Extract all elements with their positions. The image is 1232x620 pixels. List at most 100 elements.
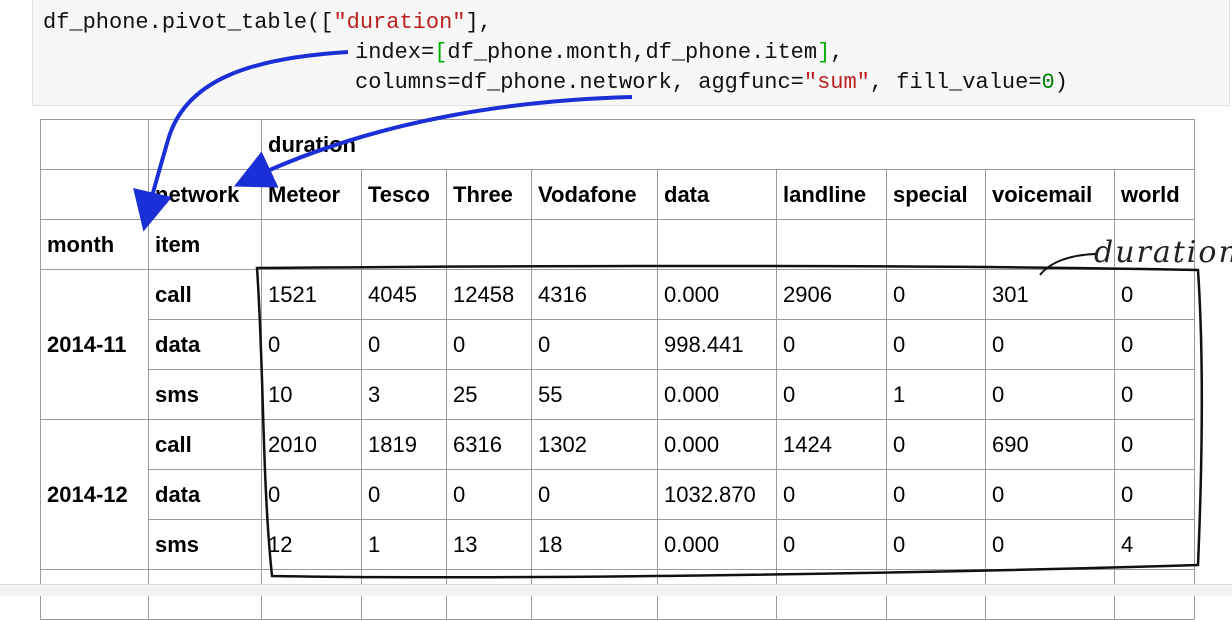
table-cell: 0.000 xyxy=(657,269,777,320)
table-cell: 4045 xyxy=(361,269,447,320)
table-cell: 1 xyxy=(886,369,986,420)
table-cell: 0 xyxy=(776,519,887,570)
item-label: data xyxy=(148,469,262,520)
table-cell: 0 xyxy=(1114,469,1195,520)
header-row-index-names: month item xyxy=(40,219,1195,270)
header-blank xyxy=(148,119,262,170)
notebook-footer-bar xyxy=(0,584,1232,596)
table-cell: 0 xyxy=(531,469,658,520)
table-row: 2014-12 call 2010 1819 6316 1302 0.000 1… xyxy=(40,419,1195,570)
header-blank xyxy=(261,219,362,270)
table-cell: 0.000 xyxy=(657,369,777,420)
table-cell: 0 xyxy=(1114,419,1195,470)
table-cell: 6316 xyxy=(446,419,532,470)
table-cell: 1 xyxy=(361,519,447,570)
table-cell: 0 xyxy=(985,319,1115,370)
table-cell: 0 xyxy=(886,419,986,470)
string-literal: "duration" xyxy=(333,10,466,35)
header-blank xyxy=(657,219,777,270)
table-cell: 0 xyxy=(1114,369,1195,420)
item-label: call xyxy=(148,269,262,320)
header-row-columns: network Meteor Tesco Three Vodafone data… xyxy=(40,169,1195,220)
column-header: Three xyxy=(446,169,532,220)
table-cell: 0.000 xyxy=(657,519,777,570)
table-cell: 1302 xyxy=(531,419,658,470)
table-row: data 0 0 0 0 998.441 0 0 0 0 xyxy=(41,319,1195,370)
column-header: Meteor xyxy=(261,169,362,220)
table-cell: 0 xyxy=(776,469,887,520)
table-cell: 0 xyxy=(985,519,1115,570)
table-cell: 1424 xyxy=(776,419,887,470)
column-header: Tesco xyxy=(361,169,447,220)
index-name-header: item xyxy=(148,219,262,270)
table-row: sms 10 3 25 55 0.000 0 1 0 0 xyxy=(41,369,1195,420)
table-cell: 0 xyxy=(886,469,986,520)
code-cell[interactable]: df_phone.pivot_table(["duration"], index… xyxy=(32,0,1230,106)
string-literal: "sum" xyxy=(803,70,870,95)
table-cell: 2906 xyxy=(776,269,887,320)
table-cell: 0 xyxy=(261,469,362,520)
table-cell: 0 xyxy=(261,319,362,370)
item-label: data xyxy=(148,319,262,370)
table-cell: 12458 xyxy=(446,269,532,320)
index-name-header: month xyxy=(40,219,149,270)
pivot-table-output: duration network Meteor Tesco Three Voda… xyxy=(40,119,1195,620)
table-cell: 0 xyxy=(1114,319,1195,370)
code-line-1: df_phone.pivot_table(["duration"], xyxy=(43,10,492,35)
table-cell: 1819 xyxy=(361,419,447,470)
column-header: data xyxy=(657,169,777,220)
table-cell: 2010 xyxy=(261,419,362,470)
month-label: 2014-12 xyxy=(40,419,149,570)
header-blank xyxy=(40,119,149,170)
table-cell: 4316 xyxy=(531,269,658,320)
table-cell: 0.000 xyxy=(657,419,777,470)
column-header: special xyxy=(886,169,986,220)
month-label: 2014-11 xyxy=(40,269,149,420)
table-cell: 0 xyxy=(776,319,887,370)
table-cell: 301 xyxy=(985,269,1115,320)
table-cell: 0 xyxy=(446,319,532,370)
table-row: 2014-11 call 1521 4045 12458 4316 0.000 … xyxy=(40,269,1195,420)
column-header: Vodafone xyxy=(531,169,658,220)
table-cell: 18 xyxy=(531,519,658,570)
column-header: voicemail xyxy=(985,169,1115,220)
header-row-top: duration xyxy=(40,119,1195,170)
table-row: data 0 0 0 0 1032.870 0 0 0 0 xyxy=(41,469,1195,520)
header-blank xyxy=(40,169,149,220)
table-cell: 0 xyxy=(1114,269,1195,320)
table-cell: 4 xyxy=(1114,519,1195,570)
table-cell: 0 xyxy=(886,269,986,320)
number-literal: 0 xyxy=(1041,70,1055,95)
item-label: call xyxy=(148,419,262,470)
table-cell: 998.441 xyxy=(657,319,777,370)
table-cell: 1032.870 xyxy=(657,469,777,520)
header-blank xyxy=(531,219,658,270)
table-cell: 12 xyxy=(261,519,362,570)
code-line-2: index=[df_phone.month,df_phone.item], xyxy=(355,40,844,65)
value-header: duration xyxy=(261,119,1195,170)
table-cell: 0 xyxy=(531,319,658,370)
table-cell: 25 xyxy=(446,369,532,420)
header-blank xyxy=(886,219,986,270)
table-cell: 0 xyxy=(446,469,532,520)
column-header: landline xyxy=(776,169,887,220)
table-cell: 10 xyxy=(261,369,362,420)
table-cell: 0 xyxy=(886,319,986,370)
table-cell: 0 xyxy=(776,369,887,420)
table-cell: 3 xyxy=(361,369,447,420)
code-line-3: columns=df_phone.network, aggfunc="sum",… xyxy=(355,70,1068,95)
item-label: sms xyxy=(148,369,262,420)
header-blank xyxy=(1114,219,1195,270)
table-cell: 0 xyxy=(361,319,447,370)
header-blank xyxy=(985,219,1115,270)
table-row: sms 12 1 13 18 0.000 0 0 0 4 xyxy=(41,519,1195,570)
table-cell: 13 xyxy=(446,519,532,570)
item-label: sms xyxy=(148,519,262,570)
table-cell: 0 xyxy=(886,519,986,570)
header-blank xyxy=(361,219,447,270)
table-cell: 690 xyxy=(985,419,1115,470)
table-cell: 55 xyxy=(531,369,658,420)
header-blank xyxy=(776,219,887,270)
table-cell: 0 xyxy=(985,469,1115,520)
table-cell: 0 xyxy=(361,469,447,520)
